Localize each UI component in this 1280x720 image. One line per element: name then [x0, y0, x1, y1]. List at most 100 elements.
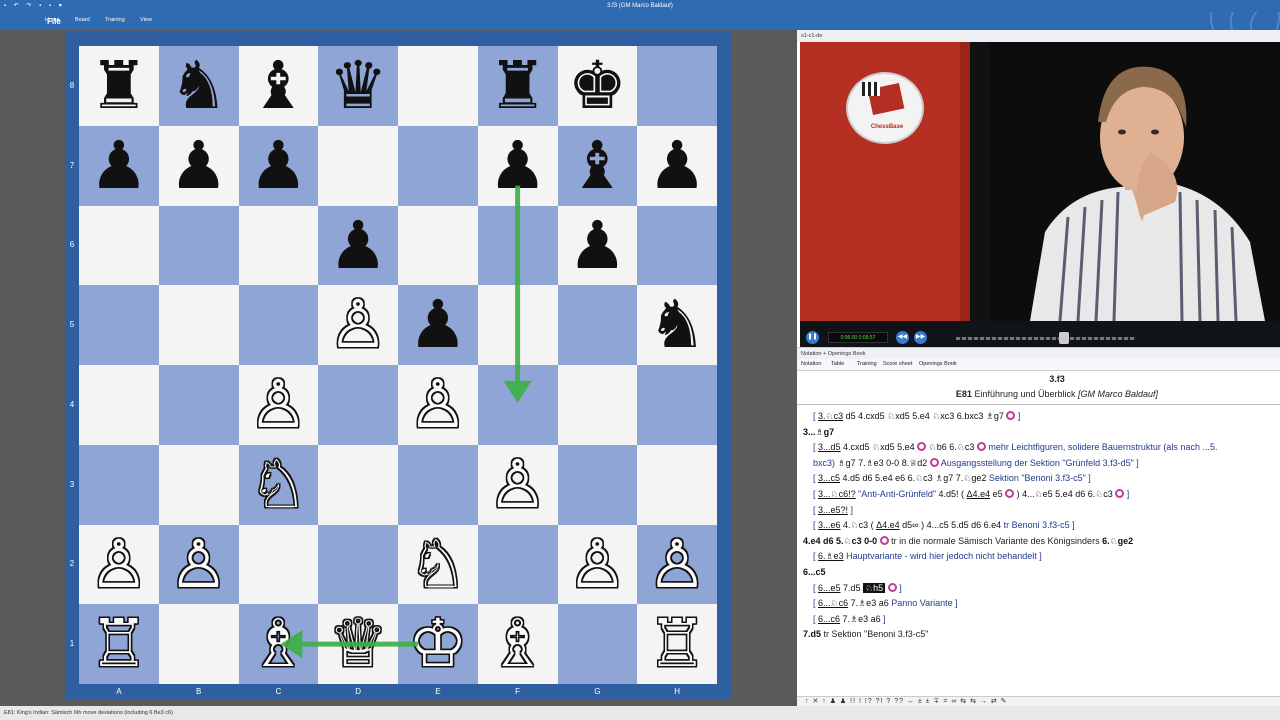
video-link-icon[interactable] — [887, 582, 897, 592]
white-knight-piece-c3[interactable]: ♘ — [239, 445, 319, 525]
square-a5[interactable] — [79, 285, 159, 365]
move-text[interactable]: 6...c6 — [818, 614, 840, 624]
move-text[interactable]: 4.e4 d6 5.♘c3 0-0 — [803, 536, 880, 546]
black-rook-piece-f8[interactable]: ♜ — [478, 46, 558, 126]
move-text[interactable]: 6...♘c6 — [818, 598, 848, 608]
seek-handle[interactable] — [1059, 332, 1069, 344]
video-link-icon[interactable] — [1115, 489, 1125, 498]
main-line[interactable]: 3...♗g7 — [803, 427, 834, 438]
black-bishop-piece-g7[interactable]: ♝ — [558, 126, 638, 206]
video-link-icon[interactable] — [929, 457, 939, 467]
square-c2[interactable] — [238, 524, 319, 605]
move-text[interactable]: 7.♗e3 a6 — [848, 598, 891, 608]
square-a6[interactable] — [79, 205, 159, 286]
ribbon-tab-home[interactable]: Home — [45, 17, 60, 23]
ribbon-tab-training[interactable]: Training — [105, 17, 125, 23]
square-d7[interactable] — [318, 125, 398, 206]
video-link-icon[interactable] — [1005, 489, 1015, 498]
white-pawn-piece-e4[interactable]: ♙ — [398, 365, 478, 445]
move-text[interactable]: 3...d5 — [818, 442, 841, 452]
move-text[interactable]: 4.d5! ( — [939, 489, 967, 499]
black-pawn-piece-f7[interactable]: ♟ — [478, 126, 558, 206]
square-c5[interactable] — [238, 285, 319, 365]
white-pawn-piece-g2[interactable]: ♙ — [558, 525, 638, 605]
main-line[interactable]: 6...c5 — [803, 567, 826, 577]
square-h4[interactable] — [637, 365, 717, 445]
variation-line[interactable]: bxc3) ♗g7 7.♗e3 0-0 8.♕d2 Ausgangsstellu… — [813, 457, 1139, 469]
black-pawn-piece-d6[interactable]: ♟ — [318, 206, 398, 286]
square-e8[interactable] — [398, 46, 478, 126]
move-text[interactable]: ♘b6 6.♘c3 — [926, 442, 977, 452]
white-pawn-piece-f3[interactable]: ♙ — [478, 445, 558, 525]
square-b3[interactable] — [158, 444, 239, 525]
variation-line[interactable]: [ 3...d5 4.cxd5 ♘xd5 5.e4 ♘b6 6.♘c3 mehr… — [813, 442, 1217, 453]
square-b6[interactable] — [158, 205, 239, 286]
variation-line[interactable]: [ 6...c6 7.♗e3 a6 ] — [813, 614, 886, 625]
video-link-icon[interactable] — [917, 442, 927, 452]
move-text[interactable]: 6.♘ge2 — [1102, 536, 1133, 546]
move-text[interactable]: 3...♘c6!? — [818, 489, 856, 499]
move-text[interactable]: 7.♗e3 a6 — [840, 614, 883, 624]
square-g3[interactable] — [557, 444, 638, 525]
move-text[interactable]: 4.d5 d6 5.e4 e6 6.♘c3 ♗g7 7.♘ge2 — [840, 473, 989, 483]
square-f6[interactable] — [477, 205, 558, 286]
square-a3[interactable] — [79, 444, 159, 525]
square-f4[interactable] — [477, 365, 558, 445]
pause-button[interactable]: ❚❚ — [806, 331, 819, 344]
tab-score-sheet[interactable]: Score sheet — [883, 361, 912, 367]
square-e6[interactable] — [398, 205, 478, 286]
white-king-piece-e1[interactable]: ♔ — [398, 604, 478, 684]
tab-openings-book[interactable]: Openings Book — [919, 361, 957, 367]
move-text[interactable]: ♗g7 7.♗e3 0-0 8.♕d2 — [838, 458, 930, 468]
move-text[interactable]: 6...c5 — [803, 567, 826, 577]
main-line[interactable]: 7.d5 tr Sektion "Benoni 3.f3-c5" — [803, 629, 928, 639]
variation-line[interactable]: [ 6...♘c6 7.♗e3 a6 Panno Variante ] — [813, 598, 958, 609]
move-text[interactable]: d5∞ ) 4...c5 5.d5 d6 6.e4 — [900, 520, 1004, 530]
video-player[interactable]: ChessBase ❚❚ 0:06:00 0:09:57 ◀◀ ▶▶ — [800, 42, 1280, 351]
white-bishop-piece-c1[interactable]: ♗ — [239, 604, 319, 684]
tab-notation[interactable]: Notation — [801, 361, 822, 367]
seek-bar[interactable] — [956, 337, 1136, 340]
black-pawn-piece-b7[interactable]: ♟ — [159, 126, 239, 206]
black-king-piece-g8[interactable]: ♚ — [558, 46, 638, 126]
tab-training[interactable]: Training — [857, 361, 877, 367]
black-knight-piece-h5[interactable]: ♞ — [637, 285, 717, 365]
black-knight-piece-b8[interactable]: ♞ — [159, 46, 239, 126]
square-d2[interactable] — [318, 524, 398, 605]
square-e7[interactable] — [398, 125, 478, 206]
current-move-highlight[interactable]: ♘h5 — [863, 582, 886, 593]
video-link-icon[interactable] — [879, 535, 889, 545]
move-text[interactable]: 7.d5 — [803, 629, 824, 639]
white-pawn-piece-h2[interactable]: ♙ — [637, 525, 717, 605]
move-text[interactable]: 3.♘c3 — [818, 411, 843, 421]
move-text[interactable]: 7.d5 — [841, 583, 864, 593]
square-f5[interactable] — [477, 285, 558, 365]
move-text[interactable]: 4.♘c3 ( — [841, 520, 877, 530]
square-d4[interactable] — [318, 365, 398, 445]
square-a4[interactable] — [79, 365, 159, 445]
ribbon-tab-view[interactable]: View — [140, 17, 152, 23]
square-g4[interactable] — [557, 365, 638, 445]
move-text[interactable]: 3...c5 — [818, 473, 840, 483]
black-bishop-piece-c8[interactable]: ♝ — [239, 46, 319, 126]
move-text[interactable]: ) 4...♘e5 5.e4 d6 6.♘c3 — [1014, 489, 1115, 499]
annotation-symbol-bar[interactable]: ↑ ✕ ↑ ♟ ♟ !! ! !? ?! ? ?? ↔ ± ± ∓ = ∞ ⇆ … — [797, 696, 1280, 706]
square-g5[interactable] — [557, 285, 638, 365]
black-rook-piece-a8[interactable]: ♜ — [79, 46, 159, 126]
square-b1[interactable] — [158, 604, 239, 684]
black-pawn-piece-g6[interactable]: ♟ — [558, 206, 638, 286]
move-text[interactable]: d5 4.cxd5 ♘xd5 5.e4 ♘xc3 6.bxc3 ♗g7 — [843, 411, 1006, 421]
white-pawn-piece-a2[interactable]: ♙ — [79, 525, 159, 605]
square-f2[interactable] — [477, 524, 558, 605]
notation-view[interactable]: 3.f3 E81 Einführung und Überblick [GM Ma… — [797, 371, 1280, 696]
move-text[interactable]: e5 — [990, 489, 1005, 499]
variation-line[interactable]: [ 3...e6 4.♘c3 ( Δ4.e4 d5∞ ) 4...c5 5.d5… — [813, 520, 1075, 531]
tab-table[interactable]: Table — [831, 361, 844, 367]
move-text[interactable]: 6...e5 — [818, 583, 841, 593]
white-rook-piece-h1[interactable]: ♖ — [637, 604, 717, 684]
move-text[interactable]: 3...e6 — [818, 520, 841, 530]
move-text[interactable]: Δ4.e4 — [967, 489, 991, 499]
variation-line[interactable]: [ 6.♗e3 Hauptvariante - wird hier jedoch… — [813, 551, 1042, 562]
white-pawn-piece-d5[interactable]: ♙ — [318, 285, 398, 365]
move-text[interactable]: Δ4.e4 — [876, 520, 900, 530]
